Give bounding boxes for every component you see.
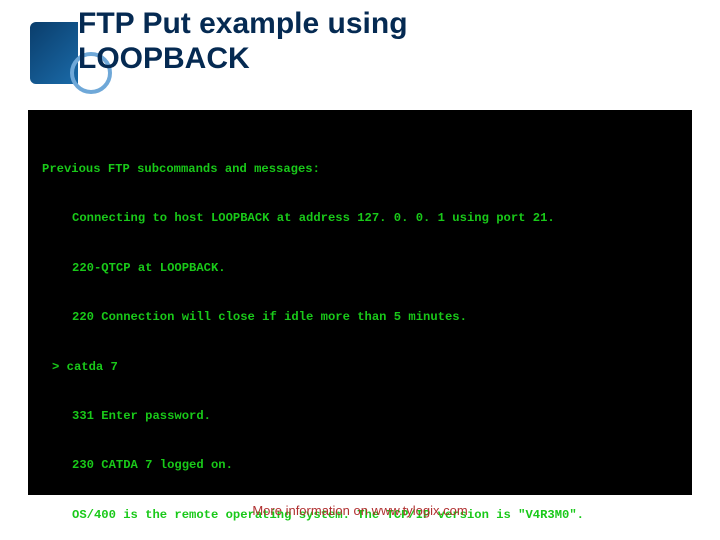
title-line-2: LOOPBACK <box>78 42 250 75</box>
terminal-screen: Previous FTP subcommands and messages: C… <box>28 110 692 495</box>
msg-header: Previous FTP subcommands and messages: <box>42 161 678 177</box>
msg-line: 220-QTCP at LOOPBACK. <box>42 260 678 276</box>
msg-line: 331 Enter password. <box>42 408 678 424</box>
terminal-messages: Previous FTP subcommands and messages: C… <box>42 128 678 540</box>
msg-line: 230 CATDA 7 logged on. <box>42 457 678 473</box>
title-line-1: FTP Put example using <box>78 7 408 40</box>
msg-line: 220 Connection will close if idle more t… <box>42 309 678 325</box>
cmd-line: > catda 7 <box>42 359 678 375</box>
slide-footer: More information on www.tylogix.com <box>0 503 720 518</box>
slide-title: FTP Put example using LOOPBACK <box>78 6 408 77</box>
msg-line: Connecting to host LOOPBACK at address 1… <box>42 210 678 226</box>
